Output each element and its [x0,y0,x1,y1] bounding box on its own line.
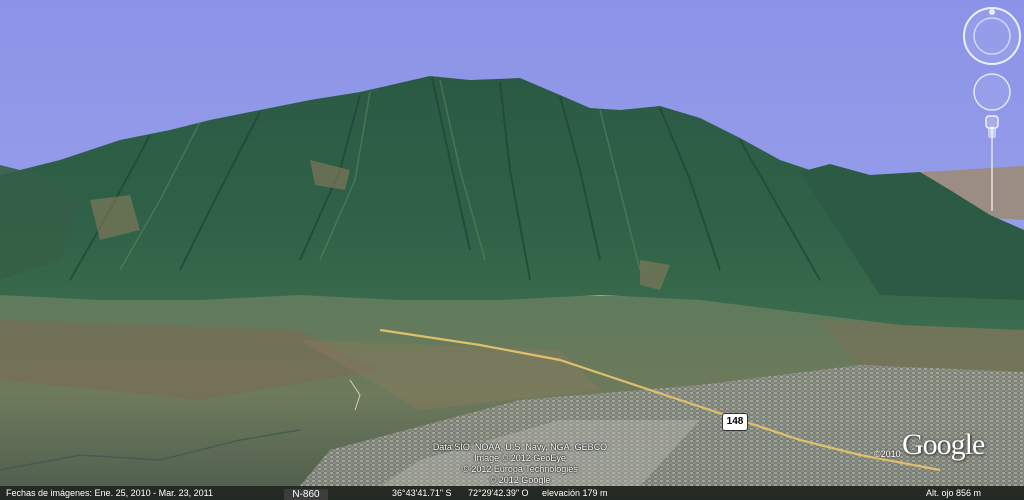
attribution-line: Data SIO, NOAA, U.S. Navy, NGA, GEBCO [432,442,608,452]
terrain-scene[interactable] [0,0,1024,500]
route-shield: 148 [722,413,748,431]
navigation-control[interactable] [962,6,1022,216]
google-logo: Google [902,428,985,461]
road-label: N-860 [284,489,328,500]
imagery-dates: Fechas de imágenes: Ene. 25, 2010 - Mar.… [6,488,213,498]
move-joystick-icon[interactable] [973,73,1011,111]
status-bar: Fechas de imágenes: Ene. 25, 2010 - Mar.… [0,486,1024,500]
look-around-ring-icon[interactable] [963,7,1021,65]
elevation-readout: elevación 179 m [542,488,608,498]
attribution-line: © 2012 Europa Technologies [462,464,578,474]
attribution-line: Image © 2012 GeoEye [474,453,566,463]
zoom-slider-icon[interactable] [985,115,999,211]
longitude-readout: 72°29'42.39" O [468,488,529,498]
data-attribution: Data SIO, NOAA, U.S. Navy, NGA, GEBCO Im… [420,442,620,486]
latitude-readout: 36°43'41.71" S [392,488,452,498]
logo-year: ©2010 [874,449,901,459]
attribution-line: © 2012 Google [489,475,551,485]
map-viewport[interactable]: 148 Data SIO, NOAA, U.S. Navy, NGA, GEBC… [0,0,1024,500]
eye-altitude-readout: Alt. ojo 856 m [926,488,982,498]
